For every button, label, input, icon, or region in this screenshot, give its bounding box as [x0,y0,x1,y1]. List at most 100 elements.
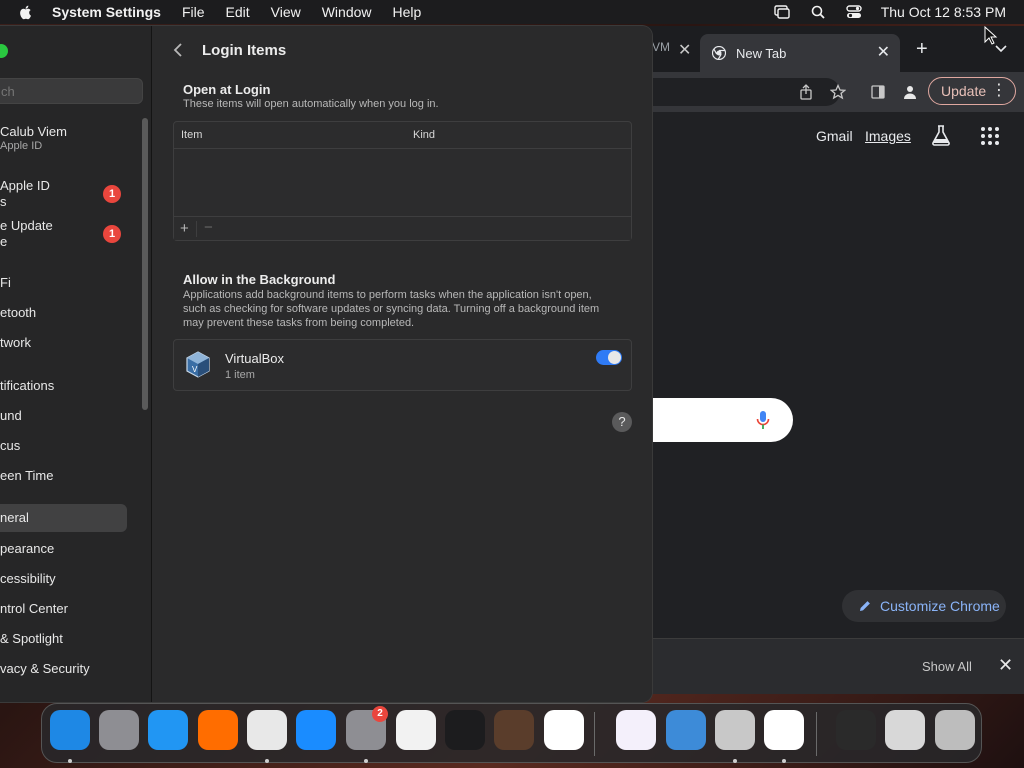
background-item-row: V VirtualBox 1 item [173,339,632,391]
dock-downloads-stack-icon[interactable] [836,710,876,750]
dock-terminal-icon[interactable] [445,710,485,750]
search-labs-flask-icon[interactable] [930,124,952,146]
sidebar-search-field[interactable] [0,78,143,104]
menu-help[interactable]: Help [393,4,422,20]
sidebar-item-appearance[interactable]: pearance [0,541,54,556]
show-all-downloads-button[interactable]: Show All [922,659,972,674]
settings-main-pane: Login Items Open at Login These items wi… [153,26,652,702]
sidebar-item-privacy-security[interactable]: vacy & Security [0,661,90,676]
add-login-item-button[interactable]: + [180,220,189,237]
dock-textedit-icon[interactable] [396,710,436,750]
dock-weather-icon[interactable] [666,710,706,750]
column-header-kind[interactable]: Kind [413,129,435,141]
dock-garageband-icon[interactable] [494,710,534,750]
share-icon[interactable] [798,84,814,100]
sidebar-item-wifi[interactable]: Fi [0,275,11,290]
update-chrome-button[interactable]: Update ⋮ [928,77,1016,105]
sidebar-apple-id-account[interactable]: Calub Viem Apple ID [0,124,67,152]
dock-installer-icon[interactable] [715,710,755,750]
dock-running-indicator [364,759,368,763]
allow-in-background-title: Allow in the Background [183,272,336,287]
tab-new-tab[interactable]: New Tab ✕ [700,34,900,72]
gmail-link[interactable]: Gmail [816,128,853,144]
spotlight-search-icon[interactable] [809,4,827,20]
notice-line: s [0,194,7,209]
menu-bar-clock[interactable]: Thu Oct 12 8:53 PM [881,4,1006,20]
downloads-bar: Show All ✕ [600,638,1024,694]
virtualbox-app-icon: V [186,351,210,378]
menu-window[interactable]: Window [322,4,372,20]
dock-app-store-icon[interactable] [296,710,336,750]
screen-mirroring-icon[interactable] [773,4,791,20]
dock-system-settings-icon[interactable]: 2 [346,706,388,750]
dock-separator [816,712,817,756]
back-chevron-icon[interactable] [173,42,183,58]
sidebar-notice-software-update[interactable]: e Update e [0,218,53,250]
sidebar-item-network[interactable]: twork [0,335,31,350]
images-link[interactable]: Images [865,128,911,144]
settings-sidebar: Calub Viem Apple ID Apple ID s 1 e Updat… [0,26,152,702]
dock-finder-icon[interactable] [50,710,90,750]
sidebar-item-notifications[interactable]: tifications [0,378,54,393]
menu-view[interactable]: View [271,4,301,20]
bookmark-star-icon[interactable] [830,84,846,100]
sidebar-notice-apple-id[interactable]: Apple ID s [0,178,50,210]
notice-line: e [0,234,8,249]
chrome-toolbar: Update ⋮ [600,72,1024,112]
sidebar-item-bluetooth[interactable]: etooth [0,305,36,320]
help-button[interactable]: ? [612,412,632,432]
dock-visual-studio-icon[interactable] [616,710,656,750]
sidebar-item-sound[interactable]: und [0,408,22,423]
dock-freeform-icon[interactable] [764,710,804,750]
notice-line: Apple ID [0,178,50,193]
table-header: Item Kind [174,122,631,149]
mouse-pointer-icon [984,26,998,45]
zoom-window-button[interactable] [0,44,8,58]
sidebar-scrollbar[interactable] [142,118,148,410]
menu-file[interactable]: File [182,4,205,20]
menu-bar: System Settings File Edit View Window He… [0,0,1024,24]
dock-launchpad-icon[interactable] [99,710,139,750]
tab-title-partial[interactable]: VM [652,40,670,54]
control-center-icon[interactable] [845,4,863,20]
profile-icon[interactable] [902,84,918,100]
sidebar-item-accessibility[interactable]: cessibility [0,571,56,586]
virtualbox-background-toggle[interactable] [596,350,622,365]
more-options-icon[interactable]: ⋮ [991,80,1007,100]
sidebar-item-siri-spotlight[interactable]: & Spotlight [0,631,63,646]
pencil-icon [860,601,870,611]
remove-login-item-button[interactable]: − [204,219,213,236]
side-panel-icon[interactable] [870,84,886,100]
sidebar-item-control-center[interactable]: ntrol Center [0,601,68,616]
chrome-window: VM ✕ New Tab ✕ + Update ⋮ Gmail Images C… [600,26,1024,694]
menu-edit[interactable]: Edit [226,4,250,20]
tab-close-icon[interactable]: ✕ [678,40,691,60]
notification-badge: 1 [103,185,121,203]
dock-vscode-icon[interactable] [544,710,584,750]
allow-in-background-description: Applications add background items to per… [183,289,600,329]
open-at-login-title: Open at Login [183,82,271,97]
sidebar-item-general[interactable]: neral [0,504,127,532]
page-title: Login Items [202,42,287,59]
tab-close-icon[interactable]: ✕ [877,42,890,62]
google-apps-grid-icon[interactable] [980,126,1000,146]
voice-search-mic-icon[interactable] [756,410,770,430]
sidebar-item-focus[interactable]: cus [0,438,20,453]
svg-text:V: V [192,365,198,374]
new-tab-button[interactable]: + [916,38,928,61]
account-name: Calub Viem [0,124,67,139]
customize-chrome-label: Customize Chrome [880,598,1000,614]
apple-menu-icon[interactable] [18,4,34,20]
sidebar-item-screen-time[interactable]: een Time [0,468,53,483]
column-header-item[interactable]: Item [181,129,202,141]
background-item-count: 1 item [225,369,255,381]
dock-trash-icon[interactable] [935,710,975,750]
app-menu-system-settings[interactable]: System Settings [52,4,161,20]
sidebar-search-input[interactable] [1,84,131,99]
dock-chrome-icon[interactable] [247,710,287,750]
close-downloads-bar-icon[interactable]: ✕ [998,655,1013,676]
dock-safari-icon[interactable] [148,710,188,750]
customize-chrome-button[interactable]: Customize Chrome [842,590,1006,622]
dock-firefox-icon[interactable] [198,710,238,750]
dock-virtualbox-stack-icon[interactable] [885,710,925,750]
